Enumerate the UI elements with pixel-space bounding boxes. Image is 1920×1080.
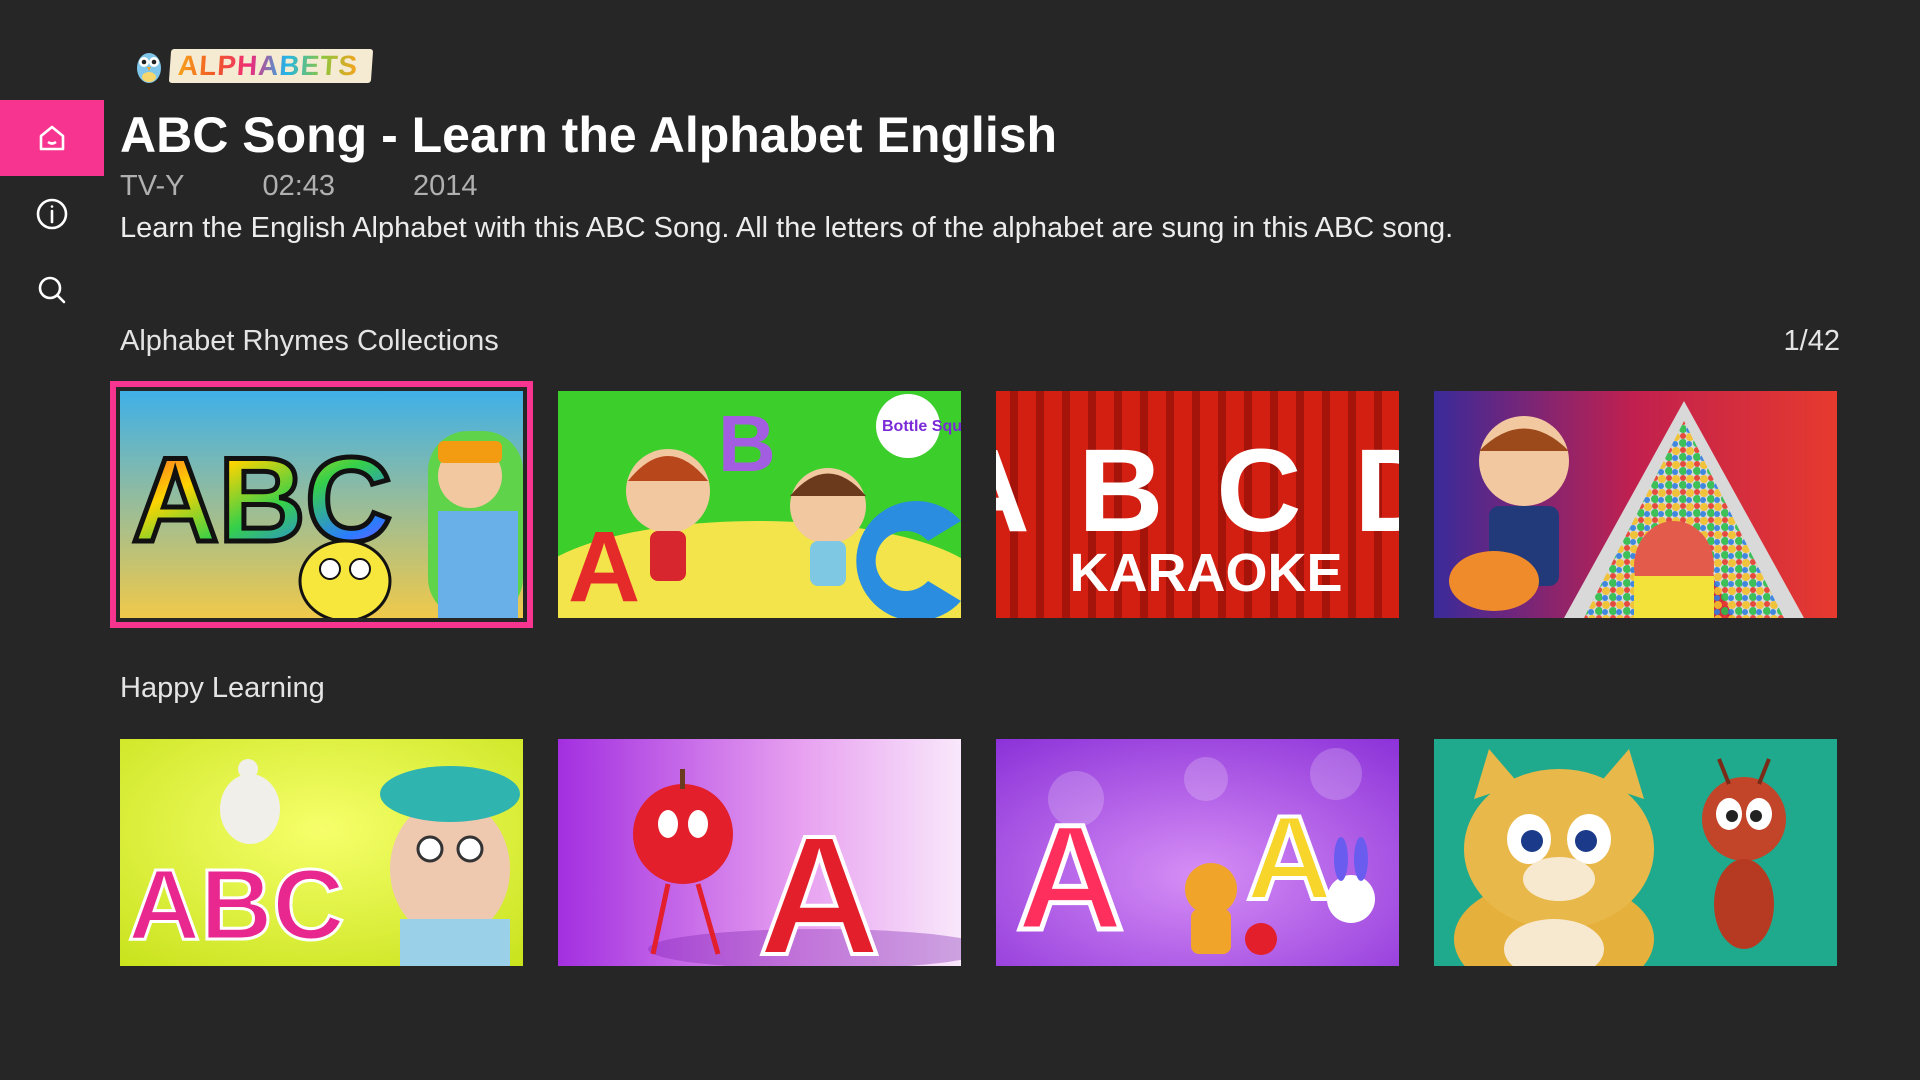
tile-badge: Bottle Squad (882, 418, 961, 435)
thumbnail-image: A A A A (996, 739, 1399, 966)
year-label: 2014 (413, 170, 478, 202)
video-description: Learn the English Alphabet with this ABC… (120, 212, 1454, 244)
tile-subtext: KARAOKE (1069, 543, 1342, 603)
svg-text:A: A (568, 511, 640, 618)
info-icon (36, 198, 68, 230)
thumbnail-image: A B C D KARAOKE (996, 391, 1399, 618)
thumbnail-image: ABC (120, 391, 523, 618)
video-tile[interactable]: A B C D KARAOKE (996, 391, 1399, 618)
video-tile[interactable]: ABC (120, 739, 523, 966)
video-tile[interactable]: A B Bottle Squad (558, 391, 961, 618)
tile-text: A B C D (996, 425, 1399, 557)
row-title: Alphabet Rhymes Collections (120, 325, 499, 357)
nav-item-search[interactable] (0, 252, 104, 328)
svg-text:B: B (718, 399, 776, 488)
row-counter: 1/42 (1783, 325, 1840, 357)
thumbnail-image (1434, 739, 1837, 966)
video-tile[interactable] (1434, 739, 1837, 966)
row-tiles: ABC A A A A A (120, 739, 1837, 966)
row-title: Happy Learning (120, 672, 325, 704)
video-meta: TV-Y 02:43 2014 (120, 170, 556, 203)
thumbnail-image: A (558, 739, 961, 966)
side-nav (0, 100, 104, 328)
logo-banner: ALPHABETS (168, 49, 374, 83)
search-icon (38, 276, 66, 304)
tile-text: ABC (128, 849, 345, 961)
logo-text: ALPHABETS (176, 50, 360, 81)
video-tile[interactable]: ABC (110, 381, 533, 628)
app-logo: ALPHABETS (134, 46, 374, 86)
duration-label: 02:43 (262, 170, 336, 202)
nav-item-home[interactable] (0, 100, 104, 176)
tile-text: A (758, 801, 881, 966)
nav-item-info[interactable] (0, 176, 104, 252)
thumbnail-image: A B Bottle Squad (558, 391, 961, 618)
thumbnail-image: ABC (120, 739, 523, 966)
rating-label: TV-Y (120, 170, 185, 202)
video-title: ABC Song - Learn the Alphabet English (120, 107, 1058, 163)
svg-text:A: A (1246, 791, 1333, 925)
owl-mascot-icon (137, 53, 161, 83)
video-tile[interactable]: A (558, 739, 961, 966)
video-tile[interactable]: A A A A (996, 739, 1399, 966)
row-tiles: ABC A B Bottle Squad (110, 381, 1837, 628)
video-tile[interactable] (1434, 391, 1837, 618)
thumbnail-image (1434, 391, 1837, 618)
home-icon (39, 125, 65, 151)
svg-text:A: A (1016, 793, 1124, 961)
